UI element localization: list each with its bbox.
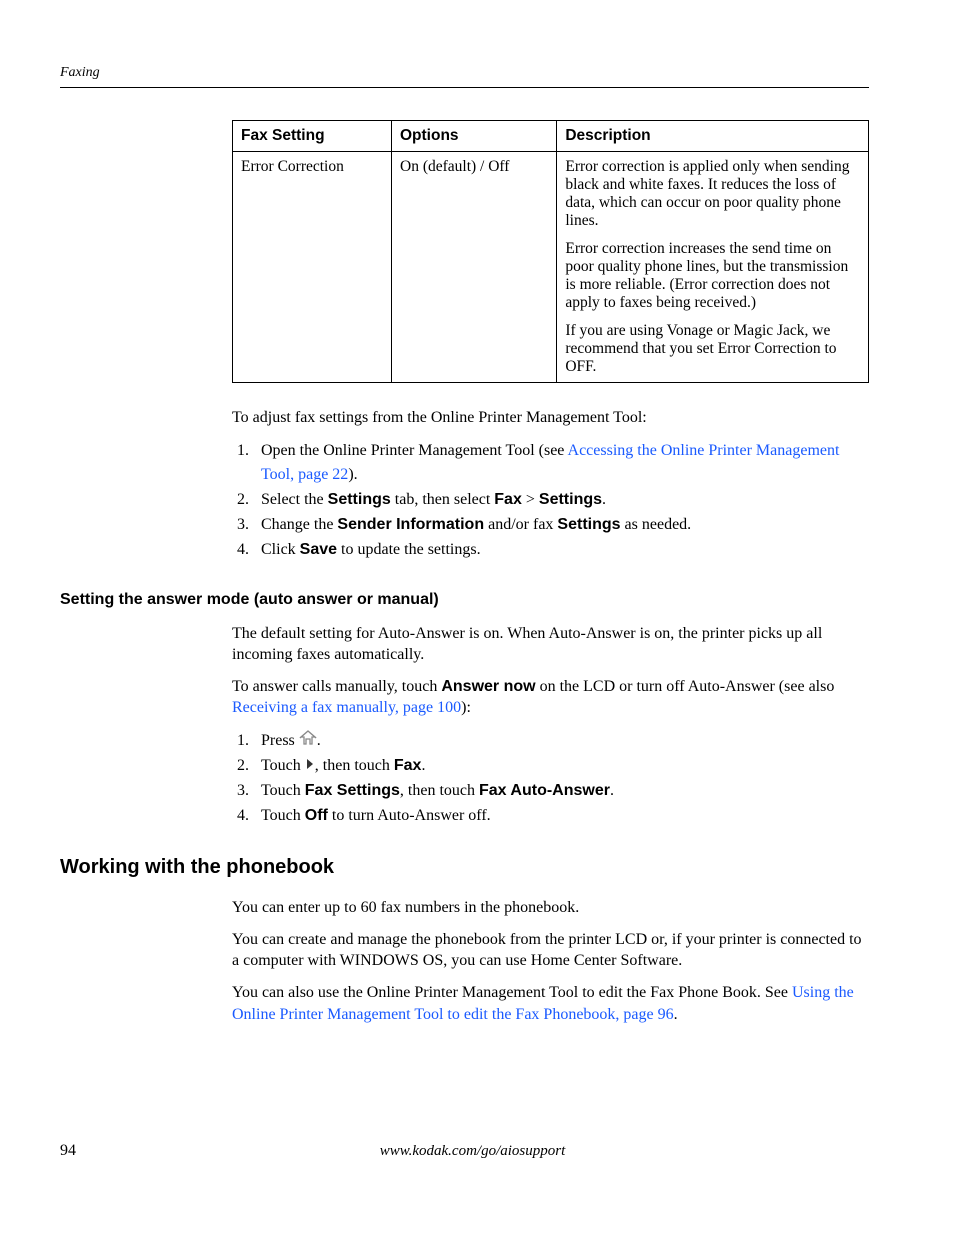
step-text: to update the settings. bbox=[337, 541, 481, 558]
footer-url: www.kodak.com/go/aiosupport bbox=[76, 1143, 869, 1160]
step-text: Click bbox=[261, 541, 300, 558]
step-text: . bbox=[317, 732, 321, 749]
list-item: Click Save to update the settings. bbox=[253, 538, 869, 563]
step-text: ). bbox=[348, 466, 357, 483]
cell-options: On (default) / Off bbox=[392, 152, 557, 383]
step-text: Change the bbox=[261, 516, 337, 533]
table-header-options: Options bbox=[392, 121, 557, 152]
subheading-answer-mode: Setting the answer mode (auto answer or … bbox=[60, 591, 869, 609]
desc-para-2: Error correction increases the send time… bbox=[565, 240, 860, 312]
list-item: Select the Settings tab, then select Fax… bbox=[253, 488, 869, 513]
fax-settings-table: Fax Setting Options Description Error Co… bbox=[232, 120, 869, 383]
desc-para-3: If you are using Vonage or Magic Jack, w… bbox=[565, 322, 860, 376]
text: . bbox=[674, 1006, 678, 1023]
bold-text: Settings bbox=[539, 491, 602, 508]
table-row: Error Correction On (default) / Off Erro… bbox=[233, 152, 869, 383]
section-heading-phonebook: Working with the phonebook bbox=[60, 856, 869, 879]
bold-text: Save bbox=[300, 541, 337, 558]
step-text: tab, then select bbox=[391, 491, 495, 508]
bold-text: Off bbox=[305, 807, 328, 824]
step-text: and/or fax bbox=[484, 516, 557, 533]
steps-list-2: Press . Touch , then touch Fax. Touch Fa… bbox=[253, 729, 869, 828]
step-text: . bbox=[602, 491, 606, 508]
step-text: > bbox=[522, 491, 539, 508]
cell-setting: Error Correction bbox=[233, 152, 392, 383]
list-item: Touch Fax Settings, then touch Fax Auto-… bbox=[253, 779, 869, 804]
table-header-setting: Fax Setting bbox=[233, 121, 392, 152]
bold-text: Settings bbox=[557, 516, 620, 533]
desc-para-1: Error correction is applied only when se… bbox=[565, 158, 860, 230]
page-footer: 94 www.kodak.com/go/aiosupport bbox=[60, 1142, 869, 1160]
step-text: to turn Auto-Answer off. bbox=[328, 807, 491, 824]
intro-paragraph: To adjust fax settings from the Online P… bbox=[232, 407, 869, 429]
step-text: Press bbox=[261, 732, 299, 749]
bold-text: Answer now bbox=[441, 678, 535, 695]
phonebook-para-2: You can create and manage the phonebook … bbox=[232, 929, 869, 972]
bold-text: Sender Information bbox=[337, 516, 484, 533]
step-text: , then touch bbox=[400, 782, 479, 799]
link-receiving-fax[interactable]: Receiving a fax manually, page 100 bbox=[232, 699, 461, 716]
list-item: Touch Off to turn Auto-Answer off. bbox=[253, 804, 869, 829]
list-item: Open the Online Printer Management Tool … bbox=[253, 439, 869, 489]
step-text: , then touch bbox=[315, 757, 394, 774]
text: ): bbox=[461, 699, 471, 716]
phonebook-para-1: You can enter up to 60 fax numbers in th… bbox=[232, 897, 869, 919]
page-number: 94 bbox=[60, 1142, 76, 1160]
list-item: Touch , then touch Fax. bbox=[253, 754, 869, 779]
bold-text: Fax bbox=[494, 491, 522, 508]
answer-mode-para-2: To answer calls manually, touch Answer n… bbox=[232, 676, 869, 719]
step-text: . bbox=[610, 782, 614, 799]
bold-text: Fax Auto-Answer bbox=[479, 782, 610, 799]
step-text: as needed. bbox=[621, 516, 692, 533]
answer-mode-para-1: The default setting for Auto-Answer is o… bbox=[232, 623, 869, 666]
table-header-description: Description bbox=[557, 121, 869, 152]
bold-text: Fax bbox=[394, 757, 422, 774]
home-icon bbox=[299, 729, 317, 754]
text: To answer calls manually, touch bbox=[232, 678, 441, 695]
text: on the LCD or turn off Auto-Answer (see … bbox=[536, 678, 835, 695]
step-text: Touch bbox=[261, 782, 305, 799]
text: You can also use the Online Printer Mana… bbox=[232, 984, 792, 1001]
step-text: Select the bbox=[261, 491, 328, 508]
play-icon bbox=[305, 754, 315, 779]
bold-text: Settings bbox=[328, 491, 391, 508]
list-item: Press . bbox=[253, 729, 869, 754]
step-text: . bbox=[421, 757, 425, 774]
step-text: Touch bbox=[261, 757, 305, 774]
bold-text: Fax Settings bbox=[305, 782, 400, 799]
steps-list-1: Open the Online Printer Management Tool … bbox=[253, 439, 869, 563]
list-item: Change the Sender Information and/or fax… bbox=[253, 513, 869, 538]
phonebook-para-3: You can also use the Online Printer Mana… bbox=[232, 982, 869, 1025]
step-text: Open the Online Printer Management Tool … bbox=[261, 442, 568, 459]
step-text: Touch bbox=[261, 807, 305, 824]
cell-description: Error correction is applied only when se… bbox=[557, 152, 869, 383]
page-header-section: Faxing bbox=[60, 65, 869, 88]
